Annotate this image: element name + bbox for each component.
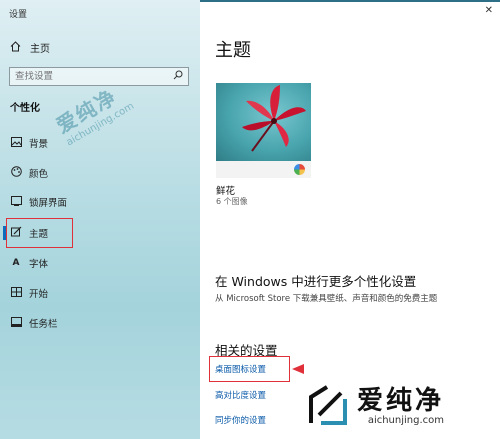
watermark-right-cn: 爱纯净 — [357, 385, 445, 416]
link-desktop-icon-settings[interactable]: 桌面图标设置 — [215, 363, 266, 375]
sidebar-item-background[interactable]: 背景 — [9, 133, 48, 153]
sidebar-item-taskbar[interactable]: 任务栏 — [9, 313, 58, 333]
main-panel: ✕ 主题 鲜花 6 个图像 在 Windows 中进行更多个性化设置 从 Mic… — [200, 0, 500, 439]
home-nav[interactable]: 主页 — [10, 40, 50, 55]
more-personalization-title: 在 Windows 中进行更多个性化设置 — [215, 274, 417, 289]
theme-name: 鲜花 — [216, 186, 236, 197]
watermark-left: 爱纯净 aichunjing.com — [50, 76, 136, 148]
taskbar-icon — [9, 316, 23, 330]
sidebar-item-lock-screen[interactable]: 锁屏界面 — [9, 192, 67, 212]
search-input[interactable] — [15, 71, 165, 82]
sidebar-item-colors[interactable]: 颜色 — [9, 163, 48, 183]
page-title: 主题 — [215, 40, 251, 61]
sidebar-item-label: 背景 — [29, 139, 49, 150]
close-icon[interactable]: ✕ — [485, 5, 493, 16]
brush-icon — [9, 226, 23, 240]
palette-icon — [9, 166, 23, 180]
selection-indicator — [3, 226, 6, 240]
search-icon[interactable] — [173, 70, 183, 83]
theme-color-bar — [216, 161, 311, 178]
watermark-right: 爱纯净 aichunjing.com — [305, 383, 444, 429]
sidebar-item-label: 主题 — [29, 229, 49, 240]
theme-image-count: 6 个图像 — [216, 197, 248, 206]
sidebar-item-label: 开始 — [29, 289, 49, 300]
theme-thumbnail[interactable] — [216, 83, 311, 178]
sidebar-item-fonts[interactable]: A 字体 — [9, 253, 49, 273]
link-high-contrast-settings[interactable]: 高对比度设置 — [215, 389, 266, 401]
watermark-logo-icon — [309, 385, 347, 425]
home-icon — [10, 40, 24, 55]
color-swatch-icon — [294, 164, 305, 175]
title-bar-strip — [200, 0, 500, 2]
flower-image — [216, 83, 311, 161]
lock-screen-icon — [9, 195, 23, 209]
home-label: 主页 — [30, 44, 50, 55]
sidebar-item-label: 颜色 — [29, 169, 49, 180]
sidebar-item-label: 任务栏 — [29, 319, 58, 330]
window-title: 设置 — [9, 10, 28, 20]
watermark-right-en: aichunjing.com — [367, 414, 445, 426]
sidebar: 设置 主页 个性化 爱纯净 aichunjing.com 背景 颜色 锁屏界面 — [0, 0, 200, 439]
sidebar-item-label: 锁屏界面 — [29, 198, 68, 209]
picture-icon — [9, 136, 23, 150]
link-sync-settings[interactable]: 同步你的设置 — [215, 414, 266, 426]
start-icon — [9, 286, 23, 300]
sidebar-item-label: 字体 — [29, 259, 49, 270]
search-box[interactable] — [9, 67, 189, 86]
arrow-pointer-icon — [292, 364, 304, 374]
section-title: 个性化 — [10, 103, 40, 114]
sidebar-item-start[interactable]: 开始 — [9, 283, 48, 303]
more-personalization-description[interactable]: 从 Microsoft Store 下载兼具壁纸、声音和颜色的免费主题 — [215, 292, 437, 304]
sidebar-item-themes[interactable]: 主题 — [9, 223, 48, 243]
font-icon: A — [12, 258, 20, 268]
